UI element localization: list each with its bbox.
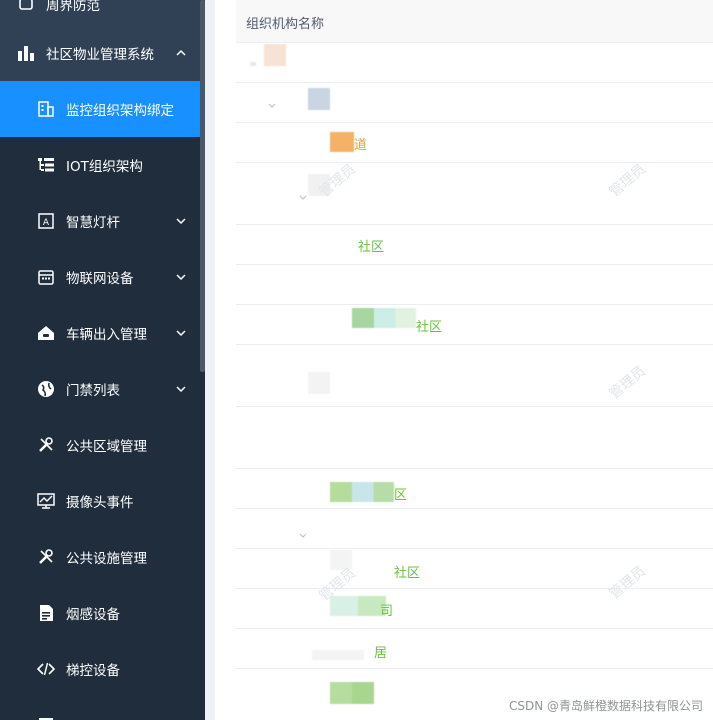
sidebar-item-label: 公共设施管理 [66,551,147,567]
table-row[interactable] [236,82,713,123]
chevron-down-icon [175,327,187,339]
sidebar-item-access-control[interactable]: 门禁列表 [0,361,205,417]
calendar-icon [36,267,56,287]
org-name-link[interactable]: 社区 [416,316,442,335]
table-row[interactable]: 社区 [236,224,713,265]
sidebar-item-label: 物联网设备 [66,271,134,287]
table-header: 组织机构名称 [236,0,713,43]
bar-chart-icon [16,43,36,63]
sidebar-item-label: IOT组织架构 [66,159,143,175]
sidebar-item-smoke-devices[interactable]: 烟感设备 [0,585,205,641]
table-row[interactable]: 居 [236,628,713,669]
sidebar-item-label: 监控组织架构绑定 [66,103,174,119]
sidebar-group-label: 社区物业管理系统 [46,47,154,63]
svg-text:A: A [43,218,50,228]
table-row[interactable]: 社区 [236,304,713,345]
org-name-link[interactable]: 司 [380,600,393,619]
sidebar-edge [205,0,215,720]
redacted-block [264,44,286,66]
sidebar-item-label: 车辆出入管理 [66,327,147,343]
tools-icon [36,435,56,455]
table-row[interactable] [236,508,713,549]
sidebar-item-label: 智慧灯杆 [66,215,120,231]
globe-icon [36,379,56,399]
sidebar-item-label: 公共区域管理 [66,439,147,455]
sidebar-item-label: 梯控设备 [66,663,120,679]
chevron-down-icon [175,215,187,227]
sidebar-item-iot-devices[interactable]: 物联网设备 [0,249,205,305]
building-icon [36,99,56,119]
org-name-link[interactable]: 区 [394,484,407,503]
table-row[interactable] [236,42,713,83]
chevron-down-icon[interactable] [267,96,277,108]
sidebar-group-community[interactable]: 社区物业管理系统 [0,25,205,81]
sidebar-item-elevator-control[interactable]: 梯控设备 [0,641,205,697]
sidebar-item-vehicle-access[interactable]: 车辆出入管理 [0,305,205,361]
org-name-link[interactable]: 社区 [358,236,384,255]
redacted-block [330,482,394,502]
lamp-post-icon: A [36,211,56,231]
chevron-down-icon [175,383,187,395]
redacted-block [330,132,354,152]
sidebar-item-label: 烟感设备 [66,607,120,623]
shield-icon [16,0,36,14]
tools-icon [36,547,56,567]
sidebar-item-label: 摄像头事件 [66,495,134,511]
sidebar: 周界防范 社区物业管理系统 监控组织架构绑定 IOT组织架构 A 智慧灯杆 物联… [0,0,205,720]
sidebar-item-iot-org[interactable]: IOT组织架构 [0,137,205,193]
sidebar-item-monitor-org-binding[interactable]: 监控组织架构绑定 [0,81,205,137]
redacted-block [330,596,386,616]
sidebar-item-public-facilities[interactable]: 公共设施管理 [0,529,205,585]
tree-guide [250,62,256,66]
redacted-block [312,650,364,660]
table-row[interactable]: 道 [236,122,713,163]
table-row[interactable]: 区 [236,468,713,509]
sidebar-item-partial-bottom[interactable] [0,697,205,720]
org-name-link[interactable]: 居 [374,642,387,661]
sidebar-item-public-area[interactable]: 公共区域管理 [0,417,205,473]
table-row[interactable]: 司 [236,588,713,629]
chevron-down-icon[interactable] [298,526,308,538]
chevron-down-icon[interactable] [298,188,308,200]
footer-watermark: CSDN @青岛鲜橙数据科技有限公司 [508,699,703,713]
table-row[interactable] [236,406,713,469]
org-name-link[interactable]: 社区 [394,562,420,581]
chevron-down-icon [175,271,187,283]
chevron-up-icon [175,47,187,59]
sidebar-item-smart-lamp[interactable]: A 智慧灯杆 [0,193,205,249]
redacted-block [308,372,330,394]
redacted-block [352,308,416,328]
document-icon [36,603,56,623]
org-tree-table: 组织机构名称 道 社区 社区 区 社区 司 居 管理员 管理员 管理员 管理员 … [236,0,713,720]
document-icon [36,715,56,720]
tree-list-icon [36,155,56,175]
monitor-chart-icon [36,491,56,511]
sidebar-item-label: 周界防范 [46,0,100,14]
sidebar-item-camera-events[interactable]: 摄像头事件 [0,473,205,529]
code-icon [36,659,56,679]
table-row[interactable] [236,264,713,305]
sidebar-item-label: 门禁列表 [66,383,120,399]
redacted-block [308,88,330,110]
org-name-link[interactable]: 道 [354,134,367,153]
column-header-org-name: 组织机构名称 [246,17,325,32]
redacted-block [330,682,374,704]
car-home-icon [36,323,56,343]
